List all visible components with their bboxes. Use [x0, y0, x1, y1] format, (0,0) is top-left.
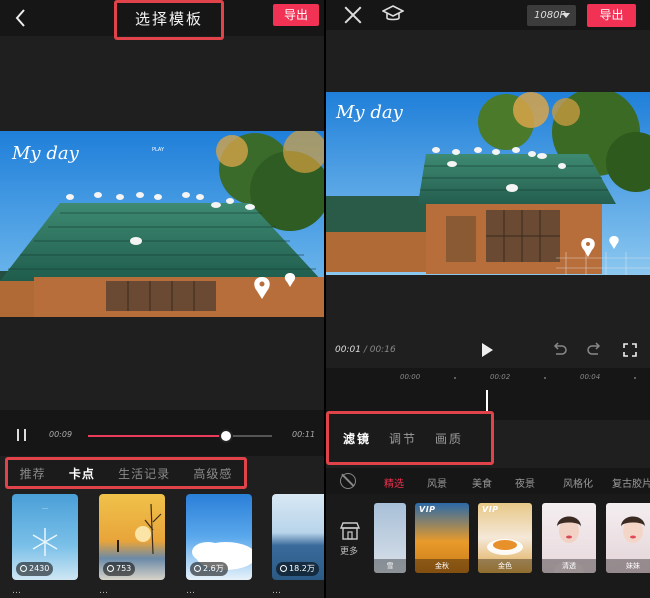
tab-beat[interactable]: 卡点: [69, 465, 95, 482]
fullscreen-icon[interactable]: [622, 342, 638, 358]
filter-cat-landscape[interactable]: 风景: [427, 475, 447, 490]
undo-icon[interactable]: [552, 342, 568, 358]
filter-cat-stylized[interactable]: 风格化: [563, 475, 593, 490]
use-count: 2430: [16, 562, 54, 576]
top-bar: 1080P 导出: [326, 0, 650, 30]
resolution-dropdown[interactable]: 1080P: [527, 5, 576, 26]
progress-slider[interactable]: [88, 429, 272, 443]
filter-category-bar: 精选 风景 美食 夜景 风格化 复古胶片: [326, 468, 650, 494]
filter-label: 金色: [478, 559, 532, 573]
filter-thumb[interactable]: 雪: [374, 503, 406, 573]
filter-label: 妹妹: [606, 559, 650, 573]
no-filter-icon[interactable]: [340, 473, 356, 489]
video-preview[interactable]: My day PLAY: [0, 131, 324, 317]
tab-recommend[interactable]: 推荐: [20, 465, 46, 482]
export-button[interactable]: 导出: [273, 4, 319, 26]
ruler-dot: [544, 377, 546, 379]
duration-time: 00:11: [292, 430, 316, 439]
filter-thumb[interactable]: 妹妹: [606, 503, 650, 573]
video-preview[interactable]: My day: [326, 92, 650, 275]
ruler-label: 00:04: [580, 373, 601, 381]
store-icon[interactable]: [340, 522, 360, 540]
resolution-value: 1080P: [534, 10, 566, 21]
playback-controls: 00:01 / 00:16: [326, 335, 650, 365]
use-count: 18.2万: [276, 562, 319, 576]
tab-adjust[interactable]: 调节: [389, 430, 417, 447]
ruler-label: 00:00: [400, 373, 421, 381]
progress-fill: [88, 435, 226, 437]
use-count: 2.6万: [190, 562, 228, 576]
template-card[interactable]: 18.2万: [272, 494, 324, 580]
ruler-label: 00:02: [490, 373, 511, 381]
filter-list: 更多 雪 VIP 金秋 VIP 金色 清透 妹妹: [326, 494, 650, 598]
edit-tabs: 滤镜 调节 画质: [326, 411, 494, 465]
filter-thumb[interactable]: VIP 金秋: [415, 503, 469, 573]
back-button[interactable]: [12, 8, 30, 28]
playback-bar: 00:09 00:11: [0, 410, 324, 456]
progress-handle[interactable]: [219, 429, 233, 443]
ruler-dot: [454, 377, 456, 379]
time-separator: /: [363, 345, 367, 355]
video-frame: My day PLAY: [0, 131, 324, 317]
filter-thumb[interactable]: VIP 金色: [478, 503, 532, 573]
template-thumb-text: …: [42, 504, 48, 511]
template-caption: …: [272, 586, 281, 596]
filter-thumb[interactable]: 清透: [542, 503, 596, 573]
template-editor-panel: 导出 选择模板 My day PLAY 00:09 00:11 推荐 卡点 生活…: [0, 0, 324, 598]
graduation-cap-icon[interactable]: [382, 4, 404, 24]
template-caption: …: [99, 586, 108, 596]
export-button[interactable]: 导出: [587, 4, 636, 27]
video-editor-panel: 1080P 导出 My day 00:01 / 00:16 00:00 00:0…: [326, 0, 650, 598]
template-caption: …: [12, 586, 21, 596]
template-list: … 2430 … 753 … 2.6万 … 18.2万 …: [0, 494, 324, 598]
pause-icon[interactable]: [16, 429, 28, 441]
filter-label: 清透: [542, 559, 596, 573]
video-play-text: PLAY: [152, 147, 165, 153]
chevron-left-icon: [15, 9, 25, 27]
play-icon[interactable]: [482, 343, 493, 357]
more-label[interactable]: 更多: [340, 544, 358, 557]
ruler-dot: [634, 377, 636, 379]
tab-quality[interactable]: 画质: [435, 430, 463, 447]
close-icon[interactable]: [344, 6, 362, 24]
time-readout: 00:01 / 00:16: [335, 345, 396, 355]
current-time: 00:09: [49, 430, 73, 439]
video-handwriting: My day: [11, 143, 80, 164]
template-card[interactable]: 753: [99, 494, 165, 580]
template-card[interactable]: 2.6万: [186, 494, 252, 580]
filter-cat-featured[interactable]: 精选: [384, 475, 404, 490]
page-title: 选择模板: [114, 0, 224, 40]
filter-label: 雪: [374, 559, 406, 573]
current-time: 00:01: [335, 345, 361, 355]
template-card[interactable]: … 2430: [12, 494, 78, 580]
filter-label: 金秋: [415, 559, 469, 573]
caret-down-icon: [562, 13, 570, 18]
category-tabs: 推荐 卡点 生活记录 高级感: [5, 457, 247, 489]
filter-cat-food[interactable]: 美食: [472, 475, 492, 490]
total-time: 00:16: [369, 345, 396, 355]
redo-icon[interactable]: [586, 342, 602, 358]
filter-cat-night[interactable]: 夜景: [515, 475, 535, 490]
video-handwriting: My day: [335, 102, 404, 123]
tab-filter[interactable]: 滤镜: [343, 430, 371, 447]
template-caption: …: [186, 586, 195, 596]
tab-life-record[interactable]: 生活记录: [118, 465, 170, 482]
filter-cat-vintage-film[interactable]: 复古胶片: [612, 475, 650, 490]
vip-badge: VIP: [419, 505, 436, 514]
video-frame: My day: [326, 92, 650, 275]
tab-premium[interactable]: 高级感: [193, 465, 232, 482]
use-count: 753: [103, 562, 136, 576]
